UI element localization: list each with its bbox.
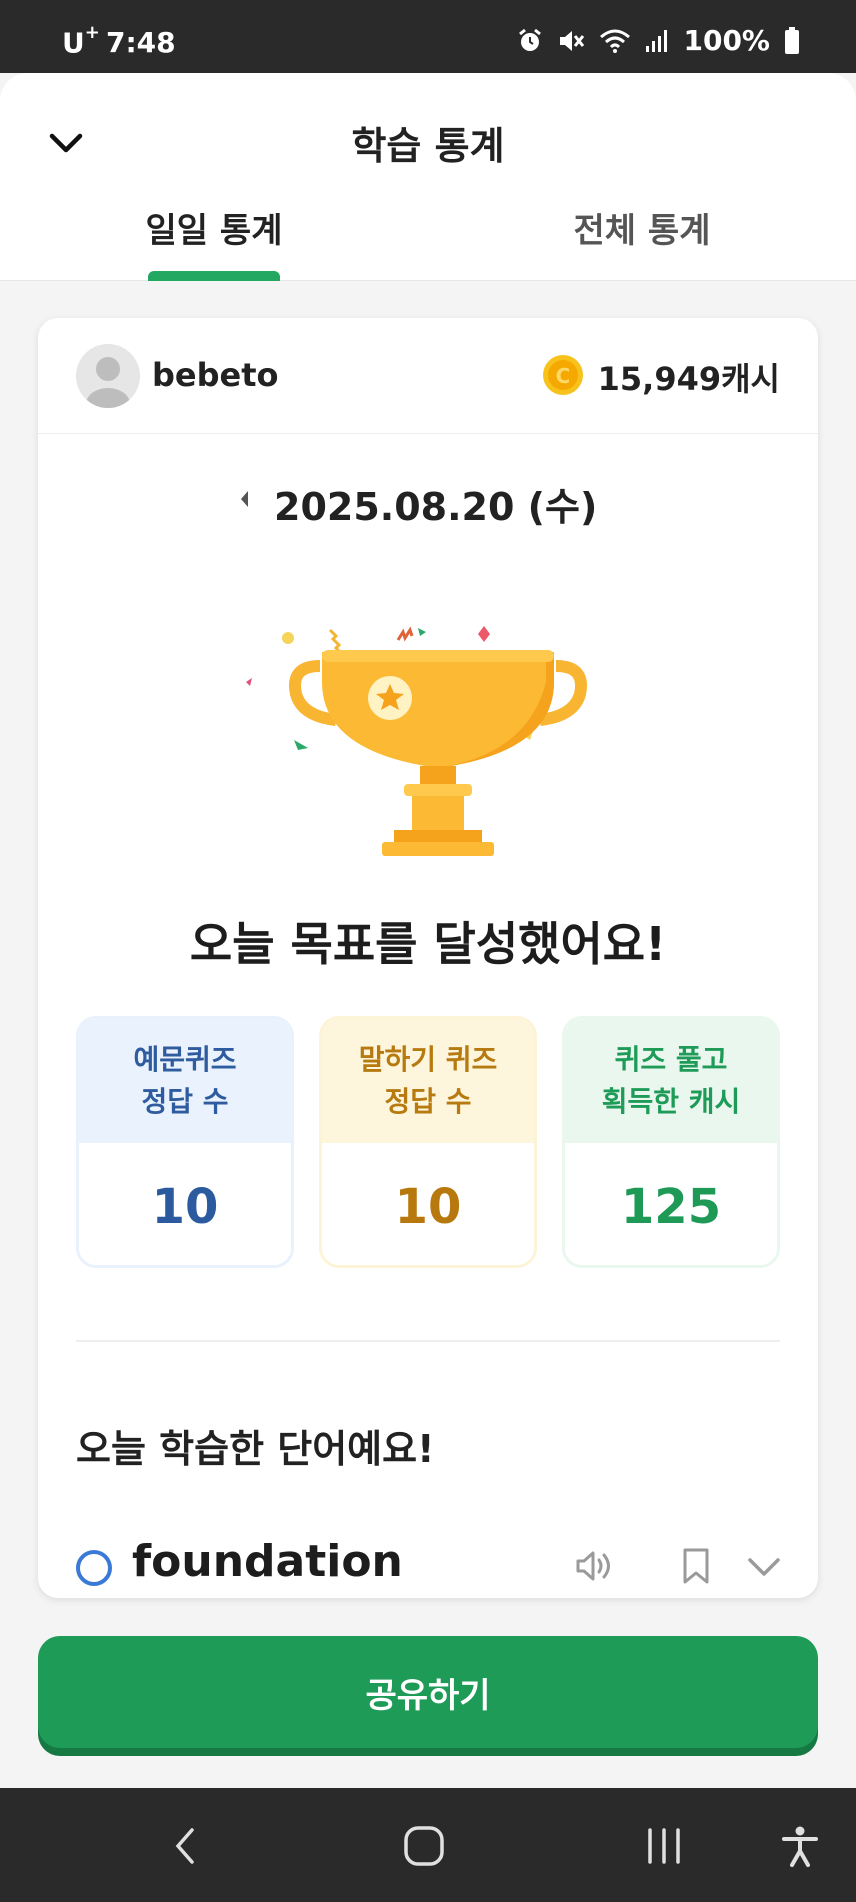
chevron-down-icon[interactable] bbox=[742, 1544, 786, 1588]
status-bar: U+ 7:48 100% bbox=[0, 0, 856, 73]
accessibility-icon[interactable] bbox=[778, 1824, 822, 1868]
tab-daily-stats[interactable]: 일일 통계 bbox=[84, 203, 344, 252]
stat-value: 125 bbox=[565, 1143, 777, 1265]
active-tab-indicator bbox=[148, 271, 280, 281]
mute-icon bbox=[560, 30, 585, 51]
cash-balance: 15,949캐시 bbox=[597, 360, 780, 398]
previous-date-arrow-icon[interactable] bbox=[238, 488, 252, 510]
home-icon[interactable] bbox=[402, 1824, 446, 1868]
daily-stats-card: bebeto C 15,949캐시 2025.08.20 (수) 오늘 목표를 … bbox=[38, 318, 818, 1598]
battery-percent: 100% bbox=[683, 24, 770, 57]
share-button[interactable]: 공유하기 bbox=[38, 1636, 818, 1748]
word-text: foundation bbox=[132, 1536, 403, 1587]
user-silhouette-icon bbox=[86, 357, 130, 408]
stat-speaking-quiz-correct: 말하기 퀴즈 정답 수 10 bbox=[319, 1016, 537, 1268]
profile-row: bebeto C 15,949캐시 bbox=[38, 318, 818, 434]
bookmark-icon[interactable] bbox=[674, 1544, 718, 1588]
signal-icon bbox=[646, 29, 668, 52]
stat-cash-earned: 퀴즈 풀고 획득한 캐시 125 bbox=[562, 1016, 780, 1268]
back-icon[interactable] bbox=[164, 1824, 208, 1868]
stat-sentence-quiz-correct: 예문퀴즈 정답 수 10 bbox=[76, 1016, 294, 1268]
trophy-illustration bbox=[246, 626, 587, 856]
speaker-icon[interactable] bbox=[572, 1544, 616, 1588]
coin-icon: C bbox=[543, 355, 583, 395]
svg-text:C: C bbox=[556, 364, 571, 388]
word-list-item[interactable]: foundation bbox=[76, 1536, 780, 1598]
stat-label: 퀴즈 풀고 획득한 캐시 bbox=[565, 1019, 777, 1143]
alarm-icon bbox=[519, 28, 542, 51]
stat-label: 말하기 퀴즈 정답 수 bbox=[322, 1019, 534, 1143]
stat-value: 10 bbox=[322, 1143, 534, 1265]
username: bebeto bbox=[152, 356, 279, 394]
goal-achieved-message: 오늘 목표를 달성했어요! bbox=[189, 917, 667, 971]
page-title: 학습 통계 bbox=[351, 124, 505, 168]
clock: 7:48 bbox=[106, 26, 176, 59]
words-section-title: 오늘 학습한 단어예요! bbox=[76, 1427, 435, 1471]
avatar bbox=[76, 344, 140, 408]
wifi-icon bbox=[600, 29, 631, 53]
word-status-circle-icon bbox=[76, 1550, 112, 1586]
stat-label: 예문퀴즈 정답 수 bbox=[79, 1019, 291, 1143]
divider bbox=[76, 1340, 780, 1342]
system-nav-bar bbox=[0, 1788, 856, 1902]
battery-icon bbox=[785, 26, 799, 54]
carrier-label: U+ bbox=[62, 22, 100, 60]
stat-value: 10 bbox=[79, 1143, 291, 1265]
date-label: 2025.08.20 (수) bbox=[274, 485, 598, 529]
header-sheet: 학습 통계 일일 통계 전체 통계 bbox=[0, 73, 856, 281]
status-icons: 100% bbox=[517, 24, 800, 57]
recent-apps-icon[interactable] bbox=[642, 1824, 686, 1868]
tab-total-stats[interactable]: 전체 통계 bbox=[512, 203, 772, 252]
